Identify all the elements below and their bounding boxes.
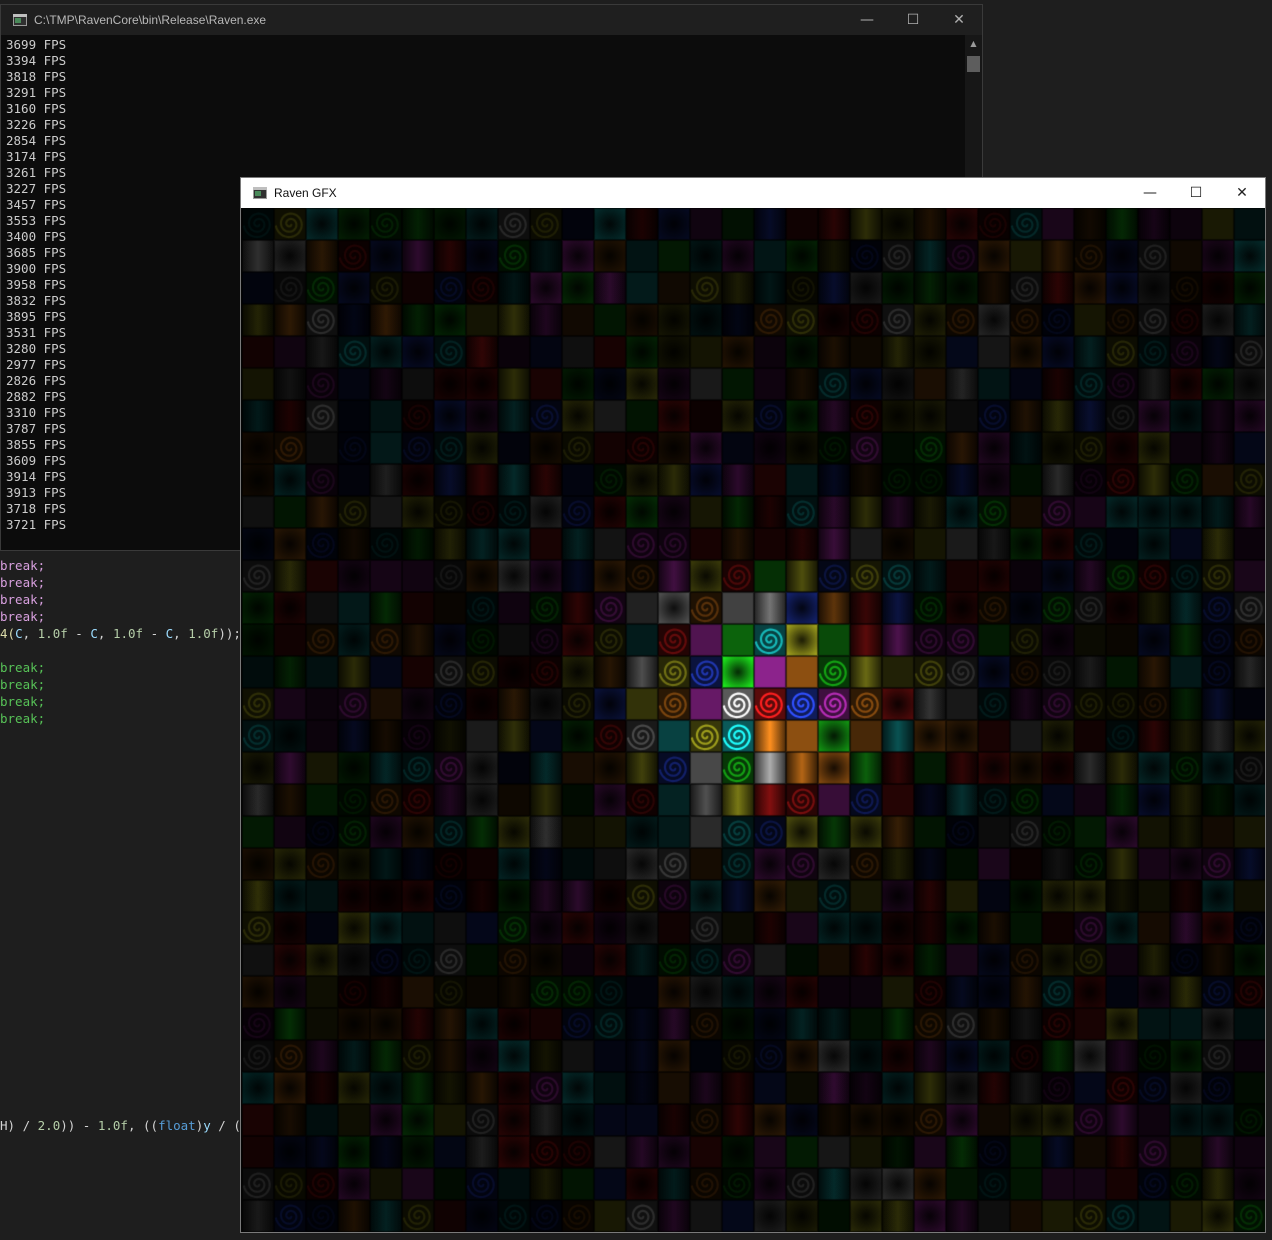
code-token: break;: [0, 609, 46, 624]
gfx-window[interactable]: Raven GFX — ☐ ✕: [240, 177, 1266, 1233]
code-line: H) / 2.0)) - 1.0f, ((float)y / (: [0, 1117, 241, 1134]
code-token: ,: [97, 626, 113, 641]
gfx-app-icon: [253, 187, 267, 199]
code-token: y: [203, 1118, 211, 1133]
fps-line: 3699 FPS: [6, 37, 67, 52]
gfx-maximize-button[interactable]: ☐: [1173, 178, 1219, 208]
code-token: ,: [173, 626, 189, 641]
gfx-titlebar[interactable]: Raven GFX — ☐ ✕: [241, 178, 1265, 208]
code-line: break;: [0, 659, 45, 676]
console-titlebar[interactable]: C:\TMP\RavenCore\bin\Release\Raven.exe —…: [1, 5, 982, 35]
code-token: , ((: [127, 1118, 159, 1133]
fps-line: 3291 FPS: [6, 85, 67, 100]
code-line: break;: [0, 710, 45, 727]
code-token: 1.0f: [37, 626, 68, 641]
gfx-close-button[interactable]: ✕: [1219, 178, 1265, 208]
code-token: break;: [0, 558, 46, 573]
fps-line: 3160 FPS: [6, 101, 67, 116]
code-token: ,: [22, 626, 38, 641]
code-line: break;: [0, 693, 45, 710]
render-viewport[interactable]: [242, 208, 1265, 1232]
scroll-up-arrow-icon[interactable]: ▲: [965, 39, 982, 49]
fps-line: 3394 FPS: [6, 53, 67, 68]
code-token: )) -: [60, 1118, 98, 1133]
code-token: ));: [218, 626, 241, 641]
code-token: float: [158, 1118, 196, 1133]
code-line: break;: [0, 591, 45, 608]
code-token: break;: [0, 711, 46, 726]
code-line: break;: [0, 574, 45, 591]
code-token: -: [143, 626, 166, 641]
code-line: 4(C, 1.0f - C, 1.0f - C, 1.0f));: [0, 625, 241, 642]
console-close-button[interactable]: ✕: [936, 5, 982, 35]
code-token: break;: [0, 677, 46, 692]
code-token: 2.0: [37, 1118, 61, 1133]
code-token: C: [90, 626, 98, 641]
console-maximize-button[interactable]: ☐: [890, 5, 936, 35]
code-token: 1.0f: [112, 626, 144, 641]
code-token: H) /: [0, 1118, 38, 1133]
fps-line: 3174 FPS: [6, 149, 67, 164]
code-line: break;: [0, 676, 45, 693]
code-token: break;: [0, 660, 46, 675]
gfx-minimize-button[interactable]: —: [1127, 178, 1173, 208]
code-token: break;: [0, 575, 46, 590]
console-app-icon: [13, 14, 27, 26]
code-token: C: [15, 626, 23, 641]
console-minimize-button[interactable]: —: [844, 5, 890, 35]
fps-line: 2854 FPS: [6, 133, 67, 148]
console-title: C:\TMP\RavenCore\bin\Release\Raven.exe: [34, 13, 267, 27]
code-token: break;: [0, 592, 46, 607]
scroll-thumb[interactable]: [967, 56, 980, 72]
code-token: 4(: [0, 626, 16, 641]
code-token: break;: [0, 694, 46, 709]
gfx-title: Raven GFX: [274, 186, 337, 200]
code-token: / (: [210, 1118, 241, 1133]
code-token: -: [67, 626, 91, 641]
code-token: 1.0f: [97, 1118, 128, 1133]
code-line: break;: [0, 608, 45, 625]
fps-line: 3818 FPS: [6, 69, 67, 84]
fps-line: 3226 FPS: [6, 117, 67, 132]
code-line: break;: [0, 557, 45, 574]
code-token: 1.0f: [188, 626, 219, 641]
